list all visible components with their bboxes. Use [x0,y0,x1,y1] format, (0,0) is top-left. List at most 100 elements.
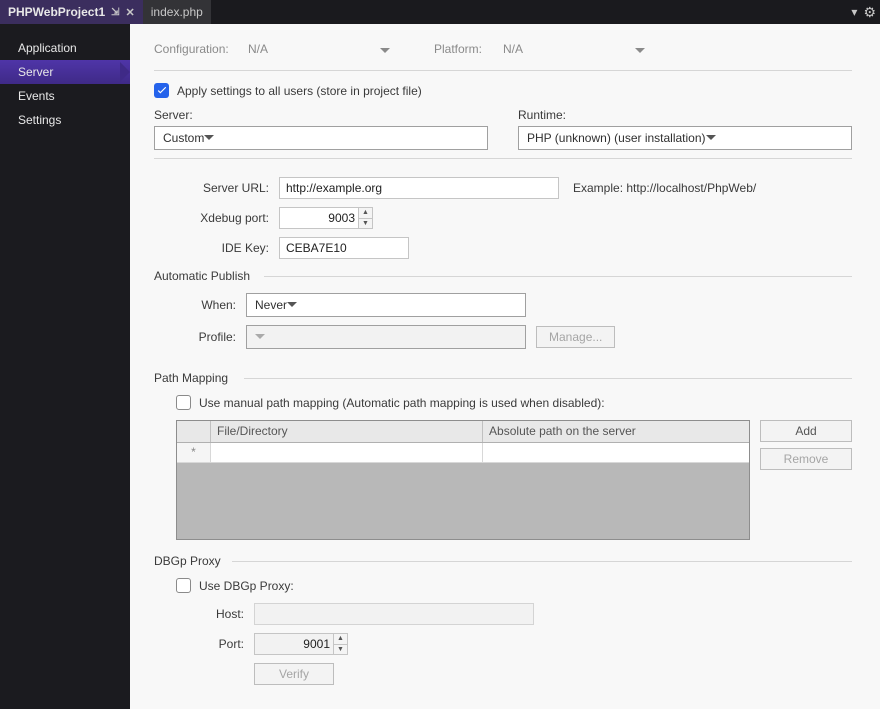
checkbox-icon [176,395,191,410]
server-url-input[interactable] [279,177,559,199]
document-tab-bar: PHPWebProject1 ⇲ ✕ index.php ▾ ⚙ [0,0,880,24]
add-mapping-button[interactable]: Add [760,420,852,442]
sidebar-item-label: Server [18,65,53,79]
use-dbgp-label: Use DBGp Proxy: [199,579,294,593]
sidebar-item-application[interactable]: Application [0,36,130,60]
publish-profile-select[interactable] [246,325,526,349]
dbgp-port-input[interactable] [254,633,334,655]
publish-when-value: Never [255,298,287,312]
chevron-down-icon [287,298,297,312]
sidebar-item-label: Events [18,89,55,103]
server-value: Custom [163,131,204,145]
main-shell: Application Server Events Settings Confi… [0,24,880,709]
manual-path-mapping-label: Use manual path mapping (Automatic path … [199,396,605,410]
server-settings-page: Configuration: N/A Platform: N/A Apply s… [130,24,880,709]
runtime-label: Runtime: [518,108,852,122]
dbgp-host-label: Host: [194,607,254,621]
tab-menu-caret-icon[interactable]: ▾ [851,5,857,19]
dbgp-port-row: Port: ▲▼ [194,633,852,655]
publish-profile-row: Profile: Manage... [176,325,852,349]
spinner-buttons[interactable]: ▲▼ [359,207,373,229]
server-runtime-row: Server: Custom Runtime: PHP (unknown) (u… [154,108,852,150]
cell-absolute[interactable] [483,443,749,463]
runtime-select[interactable]: PHP (unknown) (user installation) [518,126,852,150]
automatic-publish-group: Automatic Publish When: Never Profile: [154,269,852,363]
server-url-example: Example: http://localhost/PhpWeb/ [573,181,756,195]
ide-key-label: IDE Key: [179,241,279,255]
server-url-row: Server URL: Example: http://localhost/Ph… [154,177,852,199]
chevron-down-icon [635,44,645,58]
platform-value: N/A [503,42,523,56]
ide-key-input[interactable] [279,237,409,259]
configuration-dropdown[interactable]: N/A [244,38,394,60]
col-file[interactable]: File/Directory [211,421,483,442]
chevron-down-icon [380,44,390,58]
dbgp-host-row: Host: [194,603,852,625]
publish-when-label: When: [176,298,246,312]
publish-when-row: When: Never [176,293,852,317]
ide-key-row: IDE Key: [154,237,852,259]
settings-sidebar: Application Server Events Settings [0,24,130,709]
use-dbgp-checkbox[interactable]: Use DBGp Proxy: [176,578,852,593]
platform-dropdown[interactable]: N/A [499,38,649,60]
tab-project-label: PHPWebProject1 [8,5,105,19]
config-platform-row: Configuration: N/A Platform: N/A [154,38,852,60]
dbgp-port-label: Port: [194,637,254,651]
path-mapping-area: File/Directory Absolute path on the serv… [176,420,852,540]
spin-up-icon[interactable]: ▲ [359,208,372,219]
configuration-value: N/A [248,42,268,56]
connection-fields: Server URL: Example: http://localhost/Ph… [154,177,852,259]
spinner-buttons[interactable]: ▲▼ [334,633,348,655]
remove-mapping-button[interactable]: Remove [760,448,852,470]
spin-down-icon[interactable]: ▼ [359,219,372,229]
dbgp-proxy-title: DBGp Proxy [154,554,852,568]
table-row[interactable]: * [177,443,749,463]
sidebar-item-settings[interactable]: Settings [0,108,130,132]
xdebug-port-input[interactable] [279,207,359,229]
separator [154,70,852,71]
publish-profile-label: Profile: [176,330,246,344]
checkbox-icon [176,578,191,593]
sidebar-item-server[interactable]: Server [0,60,130,84]
row-new-marker: * [177,443,211,463]
xdebug-port-label: Xdebug port: [179,211,279,225]
platform-label: Platform: [434,42,489,56]
separator [154,158,852,159]
dbgp-port-spinner[interactable]: ▲▼ [254,633,348,655]
col-absolute[interactable]: Absolute path on the server [483,421,749,442]
configuration-label: Configuration: [154,42,234,56]
path-mapping-header: File/Directory Absolute path on the serv… [177,421,749,443]
server-label: Server: [154,108,488,122]
automatic-publish-title: Automatic Publish [154,269,852,283]
sidebar-item-events[interactable]: Events [0,84,130,108]
apply-all-label: Apply settings to all users (store in pr… [177,84,422,98]
cell-file[interactable] [211,443,483,463]
spin-up-icon[interactable]: ▲ [334,634,347,645]
path-mapping-title: Path Mapping [154,371,852,385]
tab-indexphp[interactable]: index.php [143,0,211,24]
checkmark-icon [154,83,169,98]
server-select[interactable]: Custom [154,126,488,150]
server-url-label: Server URL: [179,181,279,195]
gear-icon[interactable]: ⚙ [863,4,876,21]
verify-button[interactable]: Verify [254,663,334,685]
col-marker [177,421,211,442]
dbgp-verify-row: Verify [194,663,852,685]
sidebar-item-label: Application [18,41,77,55]
close-icon[interactable]: ✕ [126,6,135,19]
xdebug-port-spinner[interactable]: ▲▼ [279,207,373,229]
manual-path-mapping-checkbox[interactable]: Use manual path mapping (Automatic path … [176,395,852,410]
manage-profile-button[interactable]: Manage... [536,326,615,348]
tab-project[interactable]: PHPWebProject1 ⇲ ✕ [0,0,143,24]
publish-when-select[interactable]: Never [246,293,526,317]
sidebar-item-label: Settings [18,113,61,127]
dbgp-host-input[interactable] [254,603,534,625]
apply-all-checkbox[interactable]: Apply settings to all users (store in pr… [154,83,852,98]
chevron-down-icon [204,131,214,145]
spin-down-icon[interactable]: ▼ [334,645,347,655]
runtime-value: PHP (unknown) (user installation) [527,131,706,145]
path-mapping-group: Path Mapping Use manual path mapping (Au… [154,371,852,546]
pin-icon[interactable]: ⇲ [111,7,119,18]
tab-indexphp-label: index.php [151,5,203,19]
path-mapping-table[interactable]: File/Directory Absolute path on the serv… [176,420,750,540]
